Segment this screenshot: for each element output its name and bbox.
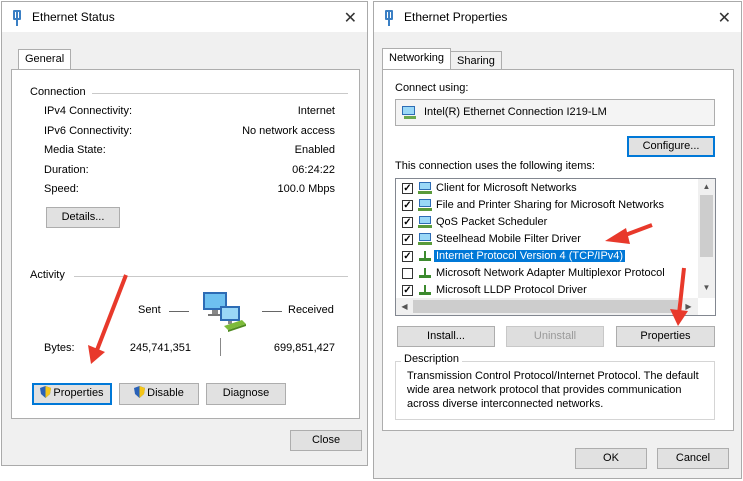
- checkbox[interactable]: ✓: [402, 285, 413, 296]
- list-item[interactable]: ✓ Microsoft LLDP Protocol Driver: [396, 282, 696, 299]
- vertical-scrollbar[interactable]: ▲ ▼: [698, 179, 715, 298]
- scroll-thumb[interactable]: [700, 195, 713, 257]
- bytes-received-value: 699,851,427: [273, 342, 335, 354]
- general-panel: Connection IPv4 Connectivity: Internet I…: [11, 69, 360, 419]
- checkbox[interactable]: ✓: [402, 217, 413, 228]
- tab-general[interactable]: General: [18, 49, 72, 70]
- adapter-name: Intel(R) Ethernet Connection I219-LM: [424, 106, 607, 118]
- status-titlebar: Ethernet Status ✕: [2, 2, 367, 32]
- networking-panel: Connect using: Intel(R) Ethernet Connect…: [382, 69, 734, 431]
- speed-label: Speed:: [44, 183, 79, 195]
- network-service-icon: [417, 232, 433, 246]
- description-line: wide area network protocol that provides…: [407, 384, 682, 396]
- item-label: Microsoft Network Adapter Multiplexor Pr…: [436, 267, 665, 279]
- diagnose-button[interactable]: Diagnose: [206, 383, 286, 405]
- close-button[interactable]: Close: [290, 430, 362, 451]
- item-label: Internet Protocol Version 4 (TCP/IPv4): [432, 249, 627, 263]
- received-label: Received: [288, 304, 334, 316]
- shield-icon: [134, 386, 146, 398]
- item-label: QoS Packet Scheduler: [436, 216, 548, 228]
- disable-button[interactable]: Disable: [119, 383, 199, 405]
- scroll-down-icon[interactable]: ▼: [698, 283, 715, 292]
- speed-value: 100.0 Mbps: [277, 183, 335, 195]
- description-line: Transmission Control Protocol/Internet P…: [407, 370, 699, 382]
- checkbox[interactable]: [402, 268, 413, 279]
- divider: [74, 276, 348, 277]
- ipv6-label: IPv6 Connectivity:: [44, 125, 133, 137]
- received-line: [262, 311, 282, 312]
- list-item[interactable]: ✓ Steelhead Mobile Filter Driver: [396, 231, 696, 248]
- connection-heading: Connection: [30, 86, 86, 98]
- list-item[interactable]: Microsoft Network Adapter Multiplexor Pr…: [396, 265, 696, 282]
- protocol-icon: [417, 249, 433, 263]
- bytes-sent-value: 245,741,351: [129, 342, 191, 354]
- sent-label: Sent: [138, 304, 161, 316]
- tab-networking[interactable]: Networking: [382, 48, 452, 70]
- checkbox[interactable]: ✓: [402, 183, 413, 194]
- list-item[interactable]: ✓ QoS Packet Scheduler: [396, 214, 696, 231]
- configure-button[interactable]: Configure...: [627, 136, 715, 157]
- duration-label: Duration:: [44, 164, 89, 176]
- scroll-thumb[interactable]: [413, 300, 678, 313]
- scroll-right-icon[interactable]: ▶: [680, 302, 697, 311]
- protocol-icon: [417, 266, 433, 280]
- adapter-box: Intel(R) Ethernet Connection I219-LM: [395, 99, 715, 126]
- description-line: across diverse interconnected networks.: [407, 398, 604, 410]
- disable-button-label: Disable: [147, 387, 184, 399]
- connect-using-label: Connect using:: [395, 82, 469, 94]
- activity-divider: [220, 338, 221, 356]
- network-service-icon: [417, 198, 433, 212]
- close-icon[interactable]: ✕: [718, 8, 731, 28]
- description-heading: Description: [401, 353, 463, 365]
- install-button[interactable]: Install...: [397, 326, 495, 347]
- window-title: Ethernet Properties: [404, 10, 508, 24]
- checkbox[interactable]: ✓: [402, 251, 413, 262]
- close-icon[interactable]: ✕: [344, 8, 357, 28]
- ipv4-value: Internet: [297, 105, 335, 117]
- items-listbox[interactable]: ✓ Client for Microsoft Networks ✓ File a…: [395, 178, 716, 316]
- ethernet-properties-window: Ethernet Properties ✕ Networking Sharing…: [373, 1, 742, 479]
- details-button[interactable]: Details...: [46, 207, 120, 228]
- checkbox[interactable]: ✓: [402, 200, 413, 211]
- activity-heading: Activity: [30, 269, 65, 281]
- divider: [92, 93, 348, 94]
- list-item[interactable]: ✓ File and Printer Sharing for Microsoft…: [396, 197, 696, 214]
- properties-titlebar: Ethernet Properties ✕: [374, 2, 741, 32]
- ok-button[interactable]: OK: [575, 448, 647, 469]
- item-label: File and Printer Sharing for Microsoft N…: [436, 199, 665, 211]
- network-adapter-icon: [383, 10, 395, 29]
- list-item[interactable]: ✓ Client for Microsoft Networks: [396, 180, 696, 197]
- sent-line: [169, 311, 189, 312]
- network-client-icon: [417, 181, 433, 195]
- network-adapter-icon: [401, 105, 417, 123]
- protocol-icon: [417, 283, 433, 297]
- scroll-left-icon[interactable]: ◀: [396, 302, 413, 311]
- ethernet-status-window: Ethernet Status ✕ General Connection IPv…: [1, 1, 368, 466]
- properties-button[interactable]: Properties: [616, 326, 715, 347]
- duration-value: 06:24:22: [292, 164, 335, 176]
- uninstall-button[interactable]: Uninstall: [506, 326, 604, 347]
- checkbox[interactable]: ✓: [402, 234, 413, 245]
- network-adapter-icon: [11, 10, 23, 29]
- media-state-label: Media State:: [44, 144, 106, 156]
- tab-sharing[interactable]: Sharing: [450, 51, 502, 70]
- shield-icon: [40, 386, 52, 398]
- item-label: Steelhead Mobile Filter Driver: [436, 233, 581, 245]
- bytes-label: Bytes:: [44, 342, 75, 354]
- ipv4-label: IPv4 Connectivity:: [44, 105, 133, 117]
- properties-button-label: Properties: [53, 387, 104, 399]
- window-title: Ethernet Status: [32, 10, 115, 24]
- media-state-value: Enabled: [294, 144, 335, 156]
- ipv6-value: No network access: [242, 125, 335, 137]
- list-item-selected[interactable]: ✓ Internet Protocol Version 4 (TCP/IPv4): [396, 248, 696, 265]
- horizontal-scrollbar[interactable]: ◀ ▶: [396, 298, 698, 315]
- network-computers-icon: [200, 290, 248, 337]
- cancel-button[interactable]: Cancel: [657, 448, 729, 469]
- network-service-icon: [417, 215, 433, 229]
- item-label: Microsoft LLDP Protocol Driver: [436, 284, 587, 296]
- properties-button[interactable]: Properties: [32, 383, 112, 405]
- items-label: This connection uses the following items…: [395, 160, 595, 172]
- scroll-up-icon[interactable]: ▲: [698, 182, 715, 191]
- item-label: Client for Microsoft Networks: [436, 182, 577, 194]
